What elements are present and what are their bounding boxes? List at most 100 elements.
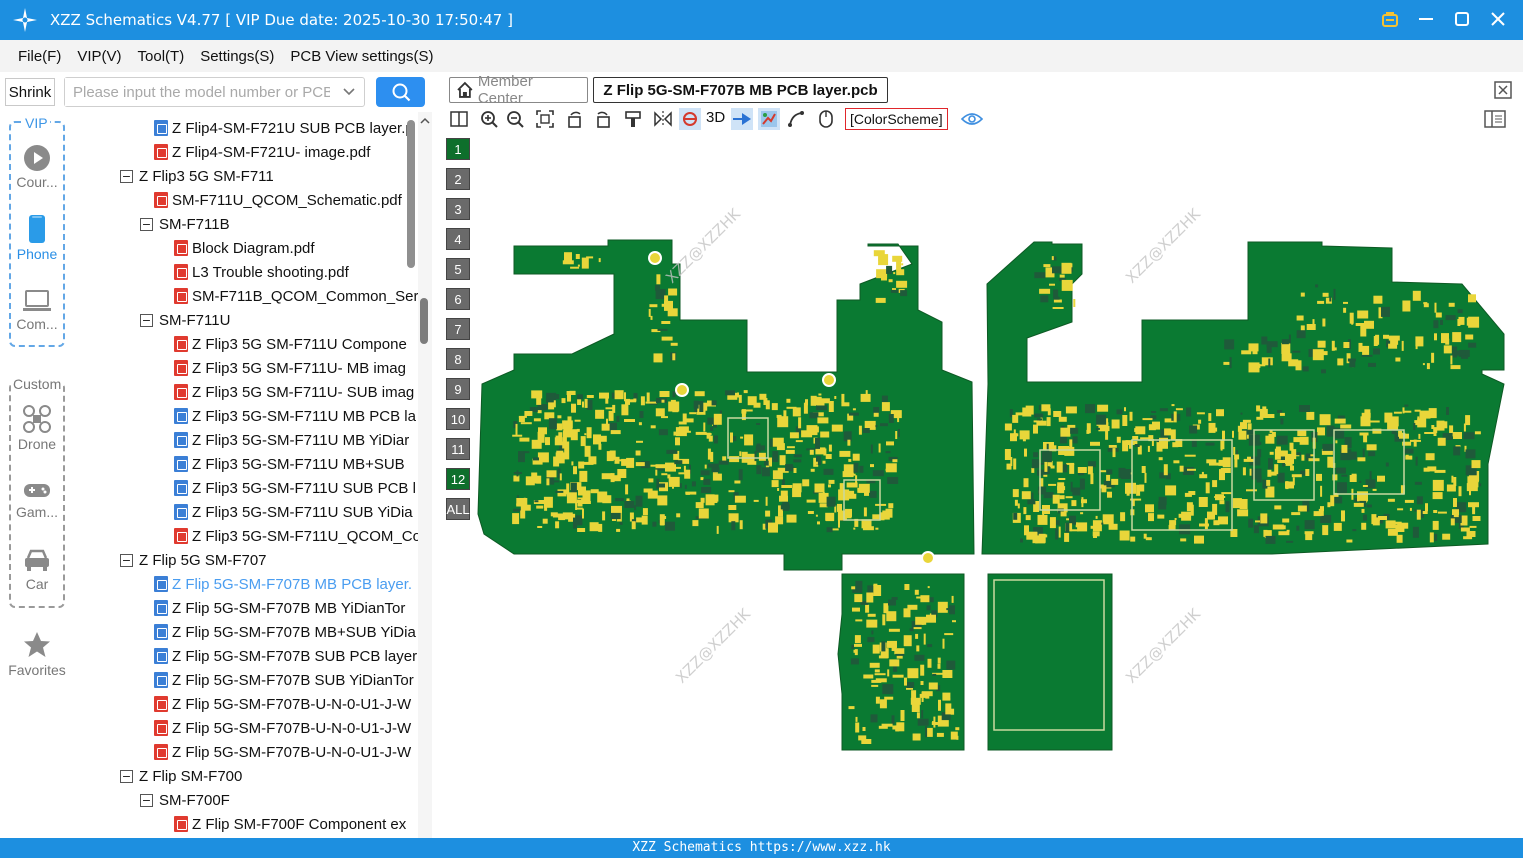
pcb-pad[interactable]: [602, 511, 606, 521]
pcb-pad[interactable]: [898, 429, 900, 437]
pcb-pad[interactable]: [636, 517, 645, 523]
pcb-pad[interactable]: [1460, 527, 1470, 532]
pcb-pad[interactable]: [624, 392, 626, 402]
pcb-pad[interactable]: [645, 401, 657, 404]
pcb-pad[interactable]: [1453, 498, 1457, 507]
pcb-pad[interactable]: [524, 411, 533, 416]
pcb-pad[interactable]: [916, 712, 920, 719]
pcb-pad[interactable]: [1387, 498, 1395, 502]
pcb-pad[interactable]: [1268, 488, 1273, 494]
pcb-pad[interactable]: [1248, 343, 1259, 352]
category-phone[interactable]: Phone: [0, 214, 74, 262]
pcb-pad[interactable]: [882, 614, 886, 626]
pcb-pad[interactable]: [852, 453, 860, 461]
pcb-pad[interactable]: [862, 428, 870, 433]
pcb-pad[interactable]: [1187, 468, 1196, 471]
pcb-pad[interactable]: [848, 458, 852, 462]
pcb-pad[interactable]: [1265, 435, 1275, 444]
pcb-pad[interactable]: [771, 403, 778, 411]
pcb-pad[interactable]: [703, 478, 711, 485]
pcb-pad[interactable]: [1253, 525, 1259, 534]
pcb-pad[interactable]: [1424, 432, 1435, 434]
pcb-pad[interactable]: [537, 431, 545, 443]
pcb-pad[interactable]: [863, 674, 874, 679]
pcb-pad[interactable]: [1409, 507, 1412, 511]
pcb-pad[interactable]: [678, 421, 685, 425]
menu-tool[interactable]: Tool(T): [138, 48, 185, 65]
pcb-pad[interactable]: [704, 464, 707, 469]
pcb-pad[interactable]: [574, 419, 581, 422]
fit-view-button[interactable]: [534, 108, 556, 130]
pcb-pad[interactable]: [635, 450, 641, 456]
pcb-pad[interactable]: [888, 503, 894, 509]
pcb-pad[interactable]: [1087, 466, 1093, 475]
pcb-pad[interactable]: [1387, 416, 1399, 427]
pcb-pad[interactable]: [1366, 444, 1377, 451]
pcb-pad[interactable]: [1178, 513, 1188, 518]
pcb-pad[interactable]: [1331, 340, 1335, 351]
pcb-pad[interactable]: [744, 434, 754, 446]
pcb-pad[interactable]: [955, 727, 960, 731]
pcb-pad[interactable]: [569, 390, 576, 394]
pcb-pad[interactable]: [520, 510, 526, 519]
pcb-pad[interactable]: [1434, 533, 1438, 541]
pcb-pad[interactable]: [571, 461, 574, 466]
pcb-pad[interactable]: [518, 416, 525, 423]
pcb-pad[interactable]: [1218, 459, 1229, 466]
pcb-pad[interactable]: [779, 455, 786, 466]
pcb-pad[interactable]: [1034, 413, 1044, 418]
pcb-pad[interactable]: [1414, 409, 1421, 412]
pcb-pad[interactable]: [942, 670, 953, 678]
tree-folder[interactable]: − Z Flip SM-F700: [120, 764, 242, 788]
pcb-pad[interactable]: [566, 483, 570, 495]
pcb-pad[interactable]: [589, 522, 599, 532]
pcb-pad[interactable]: [734, 495, 746, 503]
pcb-pad[interactable]: [1180, 538, 1187, 542]
pcb-pad[interactable]: [1248, 362, 1260, 373]
pcb-pad[interactable]: [1292, 350, 1301, 353]
pcb-pad[interactable]: [807, 511, 814, 514]
pcb-pad[interactable]: [1290, 465, 1294, 471]
pcb-pad[interactable]: [1373, 348, 1380, 355]
pcb-pad[interactable]: [1453, 446, 1461, 456]
pcb-pad[interactable]: [838, 519, 840, 528]
pcb-pad[interactable]: [756, 423, 761, 425]
pcb-pad[interactable]: [1466, 317, 1477, 326]
pcb-pad[interactable]: [761, 467, 770, 477]
pcb-pad[interactable]: [1446, 407, 1449, 415]
pcb-pad[interactable]: [660, 517, 665, 526]
pcb-pad[interactable]: [896, 269, 905, 276]
tree-folder[interactable]: − Z Flip3 5G SM-F711: [120, 164, 274, 188]
pcb-pad[interactable]: [652, 521, 657, 527]
pcb-pad[interactable]: [1205, 482, 1210, 494]
tree-file[interactable]: Z Flip3 5G-SM-F711U_QCOM_Co: [174, 524, 418, 548]
scroll-up-icon[interactable]: [419, 115, 431, 127]
pcb-pad[interactable]: [1090, 441, 1100, 446]
pcb-pad[interactable]: [819, 503, 828, 508]
pcb-pad[interactable]: [822, 460, 826, 464]
pcb-pad[interactable]: [559, 473, 562, 481]
pcb-pad[interactable]: [531, 390, 543, 399]
pcb-pad[interactable]: [1232, 430, 1234, 438]
tree-file[interactable]: Z Flip3 5G-SM-F711U MB YiDiar: [174, 428, 409, 452]
pcb-pad[interactable]: [896, 260, 902, 271]
pcb-pad[interactable]: [923, 633, 926, 645]
pcb-pad[interactable]: [1313, 511, 1322, 517]
pcb-pad[interactable]: [1368, 420, 1380, 423]
pcb-pad[interactable]: [1004, 423, 1012, 431]
pcb-pad[interactable]: [1280, 418, 1284, 425]
pcb-pad[interactable]: [1173, 411, 1177, 423]
pcb-pad[interactable]: [1107, 491, 1112, 498]
tree-folder[interactable]: − SM-F700F: [140, 788, 230, 812]
pcb-pad[interactable]: [515, 423, 518, 435]
pcb-pad[interactable]: [593, 434, 601, 445]
category-courses[interactable]: Cour...: [0, 144, 74, 190]
pcb-pad[interactable]: [542, 518, 548, 524]
pcb-pad[interactable]: [1428, 408, 1437, 419]
pcb-pad[interactable]: [927, 586, 930, 589]
tree-file[interactable]: Z Flip3 5G SM-F711U- SUB imag: [174, 380, 414, 404]
pcb-pad[interactable]: [1320, 515, 1332, 523]
pcb-pad[interactable]: [1448, 302, 1455, 307]
pcb-pad[interactable]: [1164, 428, 1172, 436]
tree-file[interactable]: Z Flip4-SM-F721U- image.pdf: [154, 140, 370, 164]
